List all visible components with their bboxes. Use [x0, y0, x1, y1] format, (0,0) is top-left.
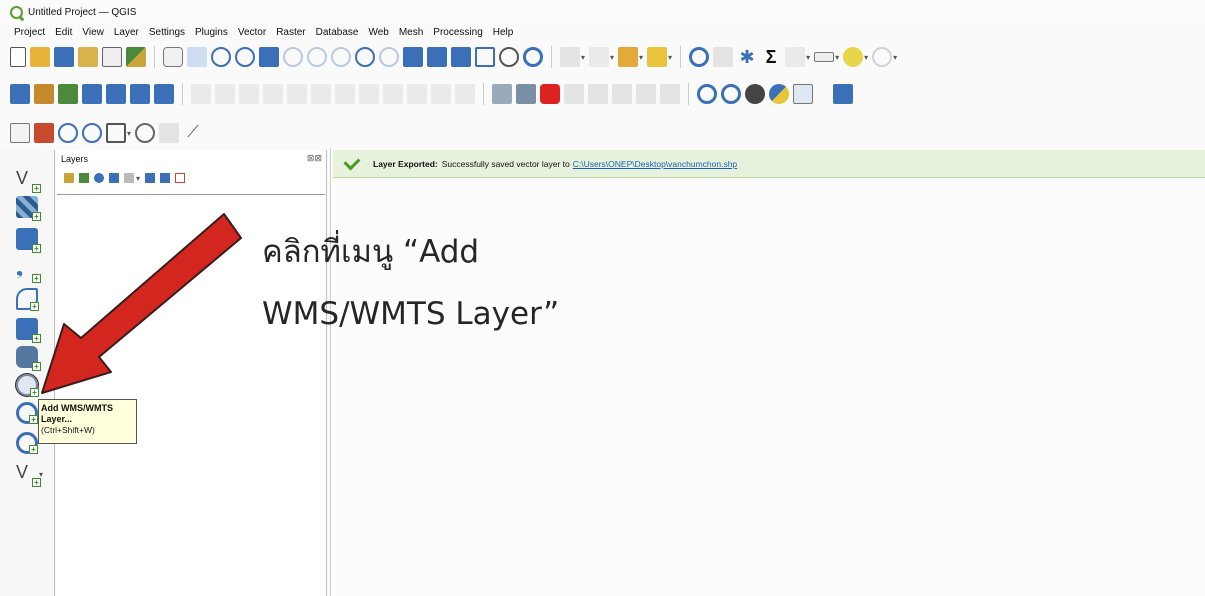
tooltip-title-line-2: Layer...	[41, 414, 73, 424]
instruction-caption-line-1: คลิกที่เมนู “Add	[262, 234, 480, 270]
tooltip-title-line-1: Add WMS/WMTS	[41, 403, 113, 413]
tooltip: Add WMS/WMTS Layer... (Ctrl+Shift+W)	[38, 399, 137, 444]
tooltip-shortcut: (Ctrl+Shift+W)	[41, 425, 95, 435]
red-arrow-shape	[41, 213, 242, 394]
instruction-caption-line-2: WMS/WMTS Layer”	[262, 296, 560, 332]
annotation-arrow	[41, 213, 242, 394]
